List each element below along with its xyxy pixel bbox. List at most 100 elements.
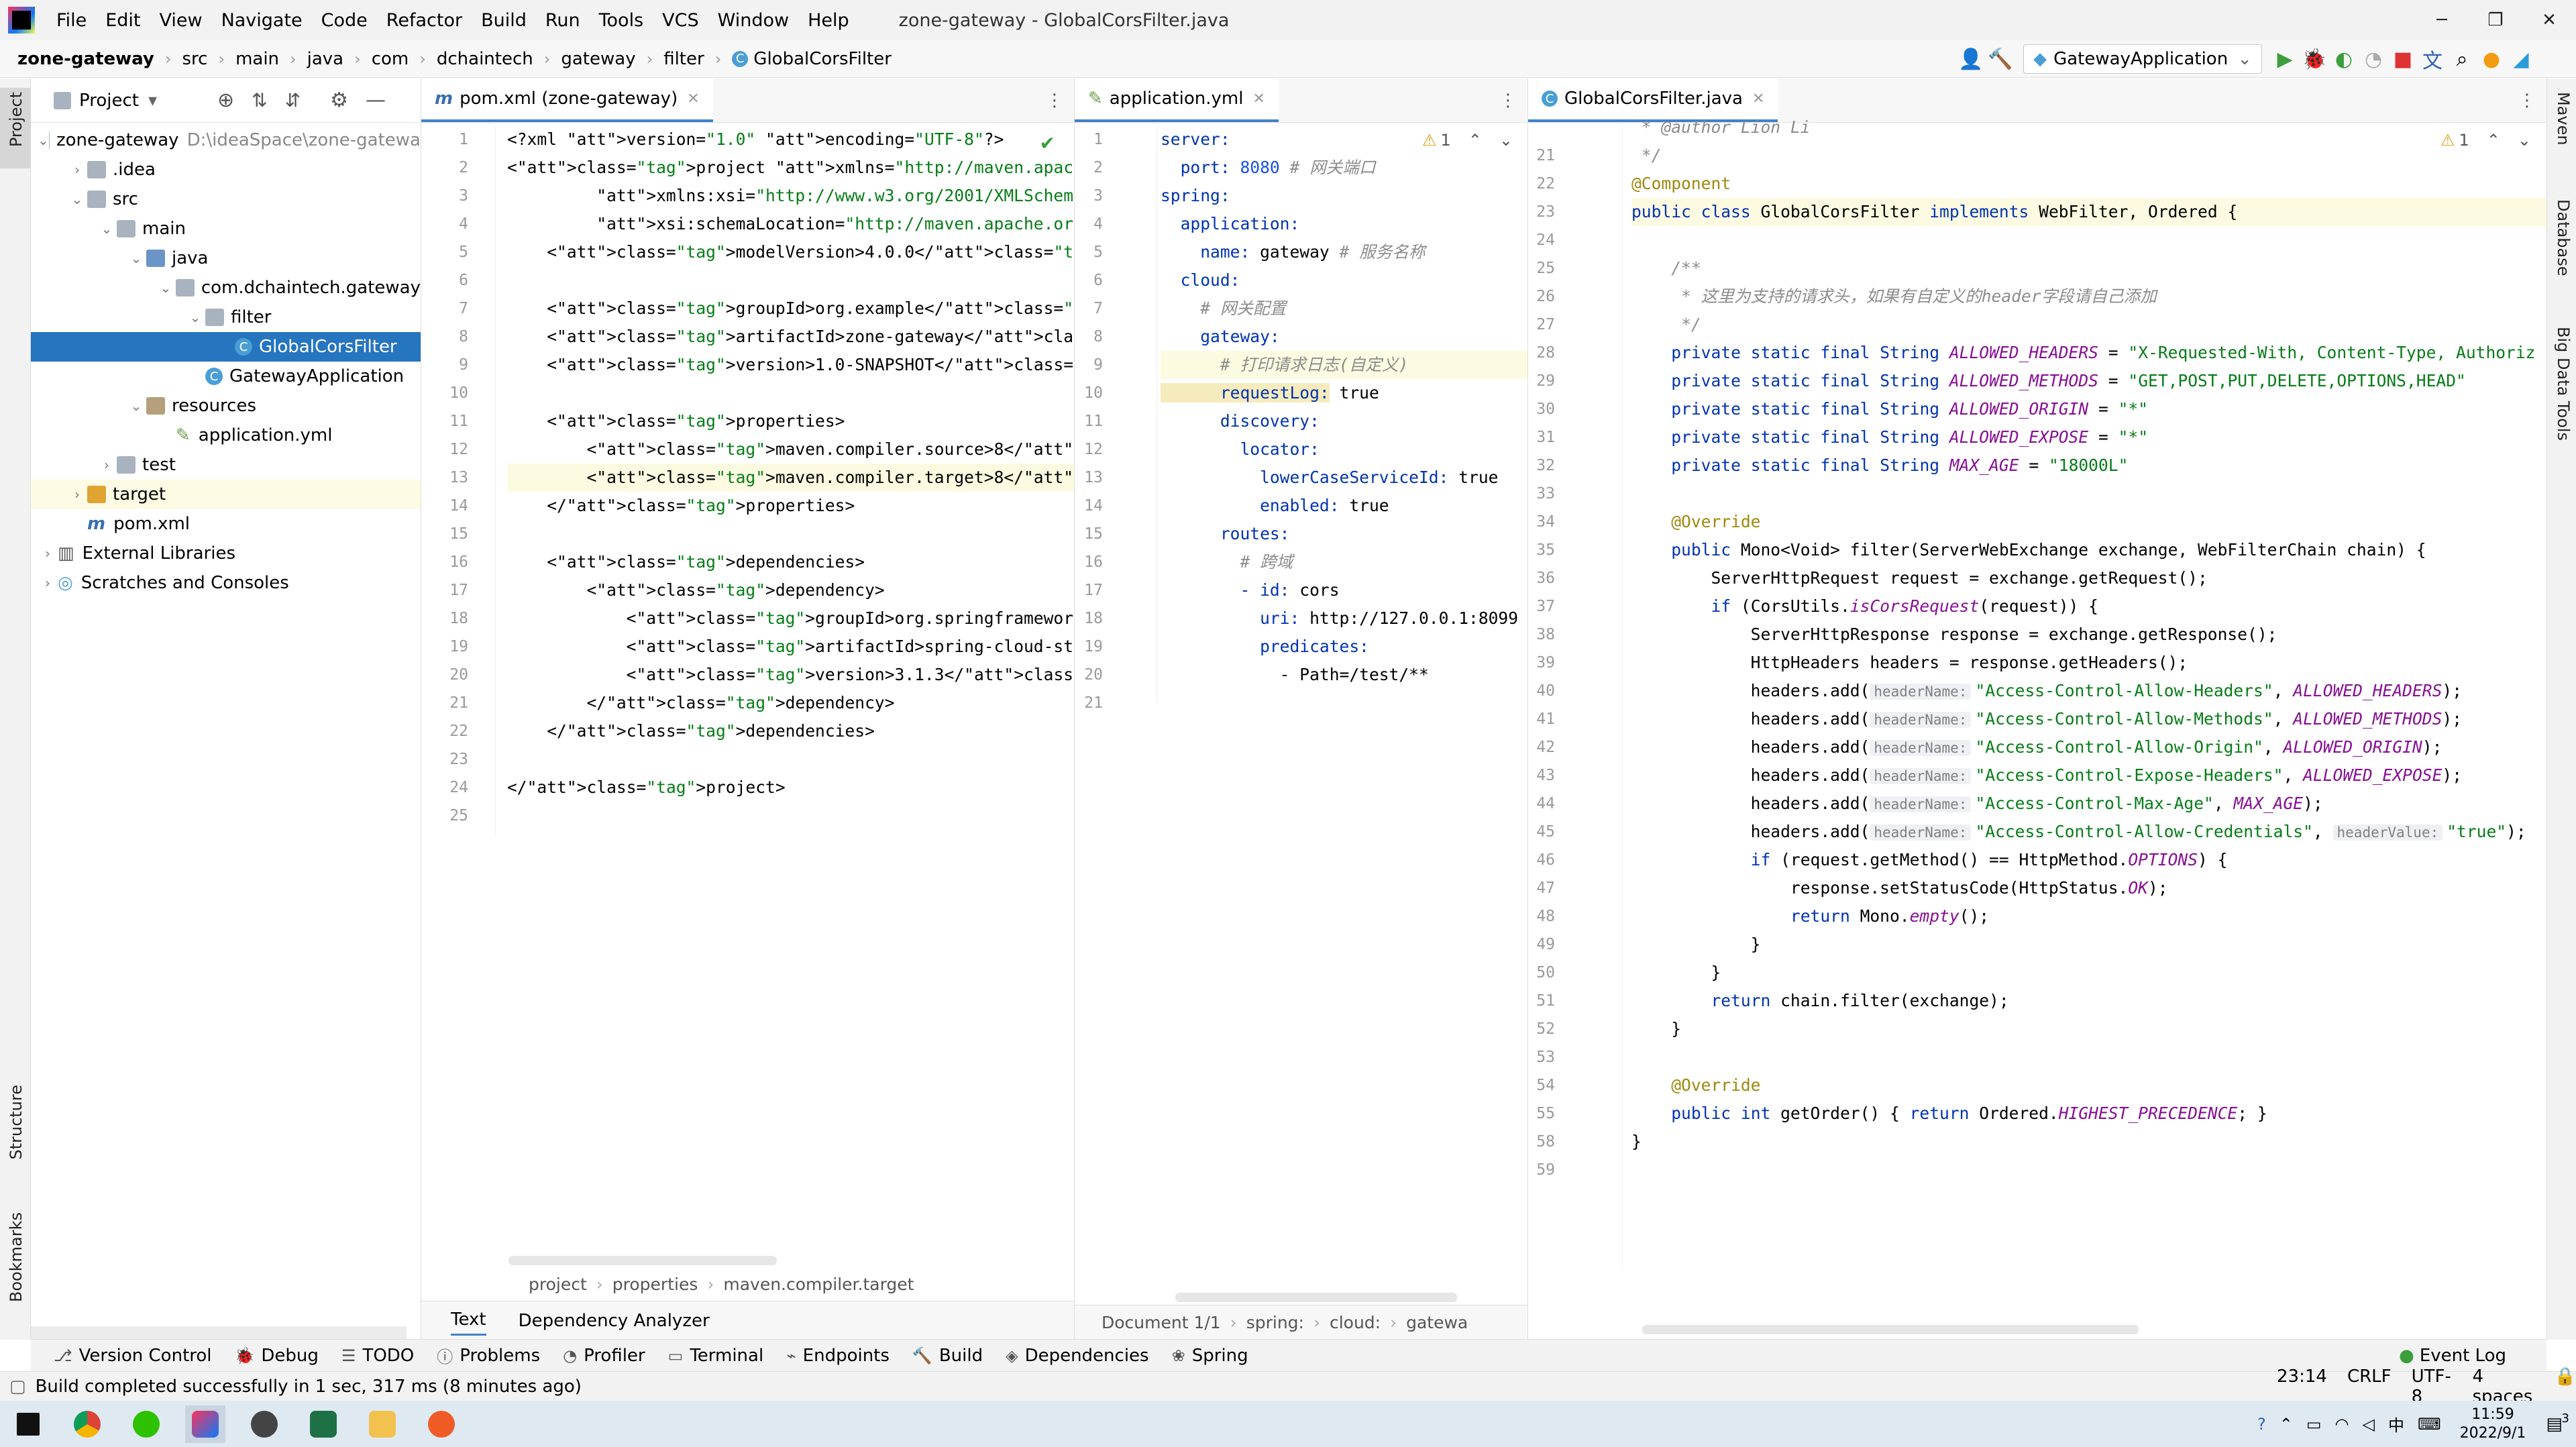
java-code[interactable]: * @author Lion Li */ @Component public cla… <box>1631 113 2546 1184</box>
sourcetree-icon[interactable] <box>244 1405 284 1443</box>
more-options-icon[interactable]: ⋮ <box>1499 91 1517 111</box>
tool-version-control[interactable]: ⎇ Version Control <box>54 1346 212 1366</box>
pom-horizontal-scrollbar[interactable] <box>508 1256 777 1265</box>
debug-icon[interactable]: 🐞 <box>2300 44 2329 74</box>
chevron-right-icon[interactable]: › <box>67 162 87 178</box>
close-button[interactable]: ✕ <box>2522 0 2576 40</box>
tree-item[interactable]: › .idea <box>31 155 421 184</box>
status-expand-icon[interactable]: ▢ <box>9 1377 26 1397</box>
menu-vcs[interactable]: VCS <box>653 10 708 31</box>
close-tab-icon[interactable]: ✕ <box>1752 91 1764 107</box>
chevron-down-icon[interactable]: ⌄ <box>156 280 176 296</box>
maven-stripe-button[interactable]: Maven <box>2554 92 2573 146</box>
yml-code[interactable]: server: port: 8080 # 网关端口 spring: applica… <box>1161 125 1527 717</box>
build-hammer-icon[interactable]: 🔨 <box>1986 44 2015 74</box>
menu-navigate[interactable]: Navigate <box>212 10 312 31</box>
windows-start-icon[interactable] <box>8 1405 48 1443</box>
stop-icon[interactable]: ■ <box>2388 44 2418 74</box>
chevron-down-icon[interactable]: ▾ <box>148 91 157 111</box>
chevron-down-icon[interactable]: ⌄ <box>67 191 87 207</box>
menu-edit[interactable]: Edit <box>96 10 150 31</box>
tree-item[interactable]: C GlobalCorsFilter <box>31 332 421 362</box>
translate-icon[interactable]: 文 <box>2418 44 2447 74</box>
maximize-button[interactable]: ❐ <box>2469 0 2522 40</box>
chrome-icon[interactable] <box>67 1405 107 1443</box>
clock[interactable]: 11:59 2022/9/1 <box>2460 1405 2526 1443</box>
tool-problems[interactable]: ⓘ Problems <box>437 1344 540 1367</box>
tree-item[interactable]: ⌄ src <box>31 184 421 214</box>
breadcrumb-item[interactable]: filter › <box>663 49 732 69</box>
chevron-right-icon[interactable]: › <box>67 486 87 502</box>
tool-build[interactable]: 🔨 Build <box>912 1346 983 1366</box>
search-icon[interactable]: ⌕ <box>2447 44 2477 74</box>
tree-item[interactable]: C GatewayApplication <box>31 362 421 391</box>
yml-tab[interactable]: ✎ application.yml ✕ <box>1075 78 1279 122</box>
menu-help[interactable]: Help <box>798 10 859 31</box>
big-data-tools-stripe-button[interactable]: Big Data Tools <box>2554 327 2573 441</box>
breadcrumb-item[interactable]: C GlobalCorsFilter <box>732 49 892 69</box>
ime-indicator[interactable]: 中 <box>2388 1412 2404 1436</box>
coverage-icon[interactable]: ◐ <box>2329 44 2359 74</box>
chevron-right-icon[interactable]: › <box>38 545 58 561</box>
tool-profiler[interactable]: ◔ Profiler <box>563 1346 645 1366</box>
hide-panel-icon[interactable]: — <box>366 89 386 112</box>
breadcrumb-item[interactable]: java › <box>307 49 372 69</box>
intellij-taskbar-icon[interactable] <box>185 1405 225 1443</box>
more-options-icon[interactable]: ⋮ <box>2518 91 2536 111</box>
chevron-down-icon[interactable]: ⌄ <box>126 250 146 266</box>
tool-todo[interactable]: ☰ TODO <box>341 1346 414 1366</box>
excel-icon[interactable] <box>303 1405 343 1443</box>
breadcrumb-item[interactable]: gateway › <box>561 49 663 69</box>
menu-code[interactable]: Code <box>312 10 377 31</box>
chevron-down-icon[interactable]: ⌄ <box>38 132 49 148</box>
tool-dependencies[interactable]: ◈ Dependencies <box>1006 1346 1149 1366</box>
breadcrumb-item[interactable]: maven.compiler.target <box>723 1275 914 1294</box>
tool-debug[interactable]: 🐞 Debug <box>235 1346 319 1366</box>
tree-item[interactable]: › target <box>31 480 421 509</box>
tree-item[interactable]: m pom.xml <box>31 509 421 539</box>
dependency-analyzer-tab[interactable]: Dependency Analyzer <box>519 1311 710 1331</box>
tool-terminal[interactable]: ▭ Terminal <box>668 1346 764 1366</box>
more-options-icon[interactable]: ⋮ <box>1046 91 1063 111</box>
run-icon[interactable]: ▶ <box>2270 44 2300 74</box>
collapse-all-icon[interactable]: ⇵ <box>285 89 301 111</box>
tree-item[interactable]: › test <box>31 450 421 480</box>
pom-tab[interactable]: m pom.xml (zone-gateway) ✕ <box>421 78 713 122</box>
menu-build[interactable]: Build <box>472 10 536 31</box>
wifi-icon[interactable]: ◠ <box>2335 1415 2349 1434</box>
breadcrumb-item[interactable]: project <box>529 1275 587 1294</box>
menu-window[interactable]: Window <box>708 10 798 31</box>
pom-code[interactable]: <?xml "att">version="1.0" "att">encoding… <box>507 125 1074 830</box>
breadcrumb-item[interactable]: spring: <box>1246 1313 1304 1332</box>
battery-icon[interactable]: ▭ <box>2306 1415 2322 1434</box>
horizontal-scrollbar[interactable] <box>31 1326 407 1340</box>
tree-item[interactable]: ⌄ resources <box>31 391 421 421</box>
close-tab-icon[interactable]: ✕ <box>1252 91 1265 107</box>
bookmarks-stripe-button[interactable]: Bookmarks <box>7 1212 25 1302</box>
database-stripe-button[interactable]: Database <box>2554 199 2573 276</box>
tree-item[interactable]: ⌄ com.dchaintech.gateway <box>31 273 421 303</box>
keyboard-icon[interactable]: ⌨ <box>2418 1415 2441 1434</box>
tree-item[interactable]: › ▥ External Libraries <box>31 539 421 568</box>
notification-center-icon[interactable]: ▤ 3 <box>2546 1411 2569 1434</box>
file-explorer-icon[interactable] <box>362 1405 402 1443</box>
wechat-icon[interactable] <box>126 1405 166 1443</box>
breadcrumb-item[interactable]: com › <box>372 49 437 69</box>
tree-item[interactable]: ⌄ filter <box>31 303 421 332</box>
breadcrumb-item[interactable]: properties <box>612 1275 698 1294</box>
breadcrumb-item[interactable]: main › <box>235 49 307 69</box>
locate-icon[interactable]: ⊕ <box>217 89 234 112</box>
help-icon[interactable]: ? <box>2257 1415 2266 1434</box>
menu-view[interactable]: View <box>150 10 211 31</box>
tool-spring[interactable]: ❀ Spring <box>1172 1346 1248 1366</box>
status-message[interactable]: Build completed successfully in 1 sec, 3… <box>36 1377 582 1397</box>
close-tab-icon[interactable]: ✕ <box>687 91 699 107</box>
plugin-icon[interactable]: ◢ <box>2506 44 2536 74</box>
yml-horizontal-scrollbar[interactable] <box>1175 1293 1457 1302</box>
tree-item[interactable]: ⌄ main <box>31 214 421 244</box>
postman-icon[interactable] <box>421 1405 462 1443</box>
breadcrumb-item[interactable]: dchaintech › <box>437 49 561 69</box>
tree-item[interactable]: ⌄ zone-gateway D:\ideaSpace\zone-gatewa <box>31 125 421 155</box>
tool-endpoints[interactable]: ⌁ Endpoints <box>786 1346 890 1366</box>
chevron-right-icon[interactable]: › <box>97 457 117 473</box>
